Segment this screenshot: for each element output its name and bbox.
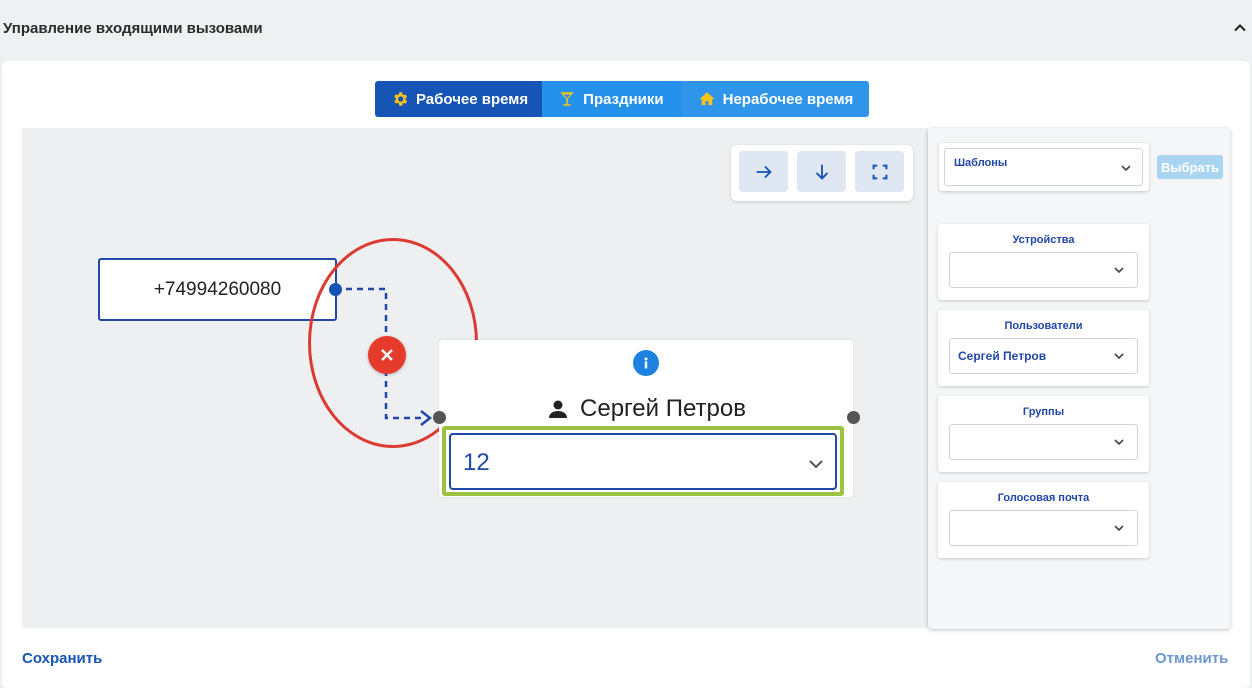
phone-number-node[interactable]: +74994260080 [98, 258, 337, 321]
gear-icon [394, 92, 408, 106]
home-icon [699, 92, 715, 105]
user-node[interactable]: Сергей Петров 12 [439, 340, 853, 497]
chevron-up-icon[interactable] [1232, 20, 1248, 36]
layout-vertical-button[interactable] [797, 151, 846, 192]
tab-label: Нерабочее время [722, 90, 854, 108]
chevron-down-icon [1114, 353, 1124, 360]
call-routing-card: Рабочее время Праздники Нерабочее время [2, 61, 1250, 688]
save-button[interactable]: Сохранить [22, 650, 102, 667]
section-header[interactable]: Управление входящими вызовами [0, 0, 1252, 60]
resources-panel: Шаблоны Выбрать Устройства Пользователи … [928, 128, 1230, 629]
extension-highlight: 12 [442, 426, 844, 496]
section-title: Управление входящими вызовами [3, 20, 263, 37]
source-handle[interactable] [329, 283, 342, 296]
info-icon[interactable] [633, 350, 659, 376]
output-handle[interactable] [847, 411, 860, 424]
delete-connection-button[interactable] [368, 336, 406, 374]
users-select[interactable]: Сергей Петров [949, 338, 1138, 374]
extension-select[interactable]: 12 [449, 433, 837, 490]
devices-select[interactable] [949, 252, 1138, 288]
devices-group: Устройства [938, 224, 1149, 300]
voicemail-group: Голосовая почта [938, 482, 1149, 558]
pick-template-button[interactable]: Выбрать [1157, 155, 1223, 179]
cocktail-icon [560, 92, 574, 106]
info-glyph [644, 357, 648, 369]
schedule-tabs: Рабочее время Праздники Нерабочее время [375, 81, 870, 117]
groups-select[interactable] [949, 424, 1138, 460]
tab-label: Рабочее время [416, 90, 529, 108]
user-name-row: Сергей Петров [439, 395, 853, 423]
chevron-down-icon [1121, 165, 1131, 172]
users-group: Пользователи Сергей Петров [938, 310, 1149, 386]
chevron-down-icon [1114, 439, 1124, 446]
arrow-right-icon [756, 165, 772, 178]
flow-canvas[interactable]: +74994260080 Сергей Петров 12 [22, 128, 928, 628]
group-title: Пользователи [1004, 320, 1083, 332]
voicemail-select[interactable] [949, 510, 1138, 546]
target-handle[interactable] [433, 411, 446, 424]
user-name: Сергей Петров [580, 395, 746, 422]
templates-select[interactable]: Шаблоны [944, 148, 1143, 186]
cancel-button[interactable]: Отменить [1155, 650, 1228, 667]
chevron-down-icon [1114, 525, 1124, 532]
layout-toolbar [731, 145, 913, 201]
group-value: Сергей Петров [958, 349, 1047, 363]
chevron-down-icon [1114, 267, 1124, 274]
layout-horizontal-button[interactable] [739, 151, 788, 192]
fit-view-button[interactable] [855, 151, 904, 192]
group-title: Устройства [1012, 234, 1075, 246]
tab-holidays[interactable]: Праздники [542, 81, 682, 117]
chevron-down-icon [809, 460, 823, 469]
phone-number: +74994260080 [153, 278, 282, 300]
tab-non-working-hours[interactable]: Нерабочее время [681, 81, 870, 117]
tab-label: Праздники [583, 90, 664, 108]
tab-working-hours[interactable]: Рабочее время [375, 81, 543, 117]
groups-group: Группы [938, 396, 1149, 472]
extension-value: 12 [463, 449, 490, 476]
fullscreen-icon [872, 164, 887, 179]
templates-box: Шаблоны [939, 143, 1149, 191]
group-title: Группы [1022, 406, 1065, 418]
arrow-down-icon [815, 164, 828, 180]
group-title: Голосовая почта [997, 492, 1090, 504]
close-icon [381, 349, 393, 361]
templates-label: Шаблоны [954, 157, 1008, 169]
person-icon [549, 400, 568, 418]
